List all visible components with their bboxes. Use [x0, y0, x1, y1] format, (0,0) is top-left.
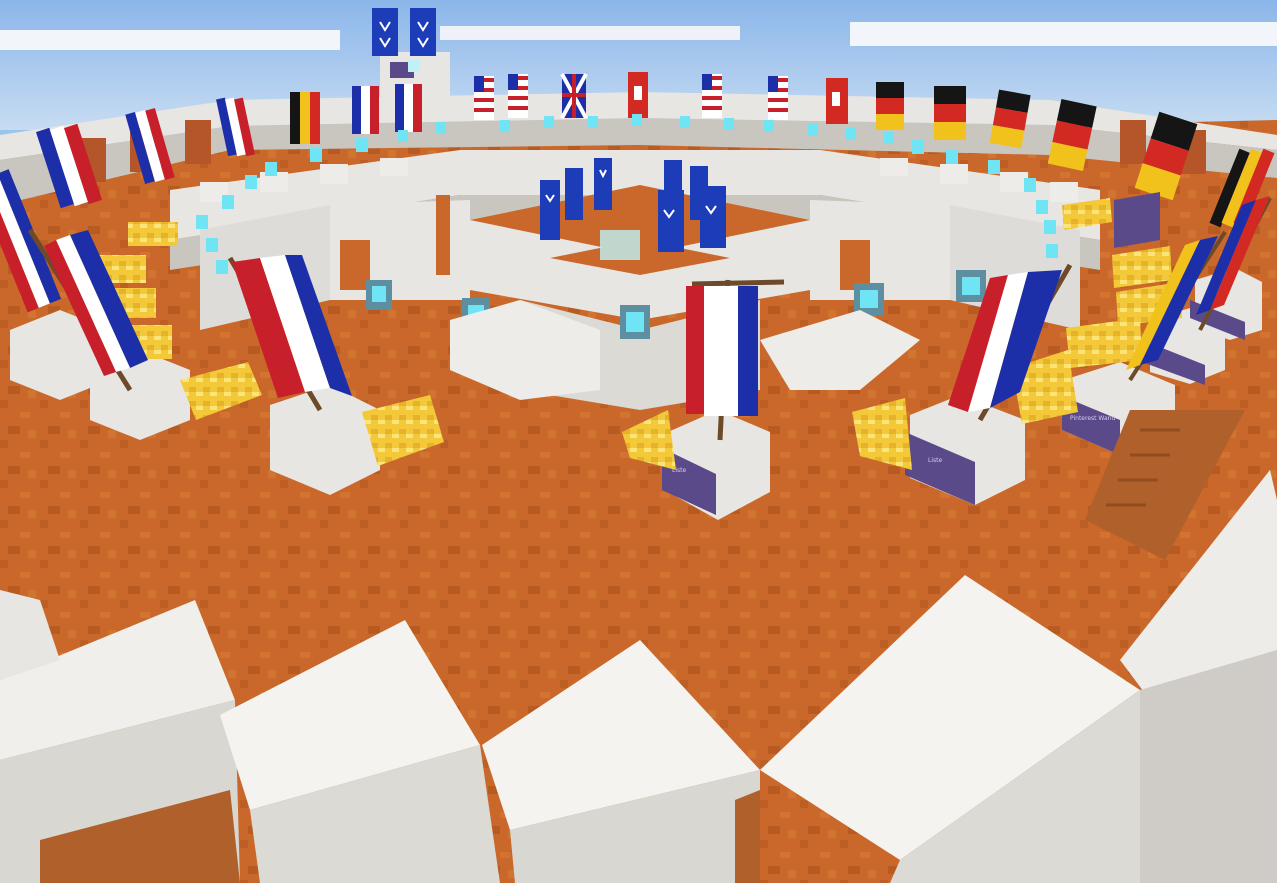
lantern-icon — [1044, 220, 1056, 234]
lantern-icon — [436, 122, 446, 134]
lantern-icon — [764, 120, 774, 132]
svg-text:Pinterest Wand: Pinterest Wand — [1070, 415, 1115, 422]
lantern-icon — [544, 116, 554, 128]
banner-flag-icon — [934, 86, 966, 140]
banner-flag-icon — [686, 286, 758, 416]
banner-flag-icon — [560, 73, 588, 119]
banner-flag-icon — [352, 86, 379, 134]
banner-flag-icon — [768, 76, 788, 120]
banner-flag-icon — [508, 74, 528, 118]
cloud — [0, 30, 340, 50]
lantern-icon — [356, 138, 368, 152]
banner-flag-icon — [702, 74, 722, 118]
lantern-icon — [222, 195, 234, 209]
lantern-icon — [398, 130, 408, 142]
banner-flag-icon — [290, 92, 320, 144]
banner-flag-icon — [876, 82, 904, 130]
lantern-icon — [1036, 200, 1048, 214]
lantern-icon — [588, 116, 598, 128]
lantern-icon — [245, 175, 257, 189]
lantern-icon — [724, 118, 734, 130]
gold-block-icon — [128, 222, 178, 246]
lantern-icon — [1024, 178, 1036, 192]
cloud — [850, 22, 1277, 46]
banner-flag-icon — [395, 84, 422, 132]
lantern-icon — [884, 132, 894, 144]
lantern-icon — [372, 286, 386, 302]
lantern-icon — [912, 140, 924, 154]
lantern-icon — [216, 260, 228, 274]
lantern-icon — [962, 277, 980, 295]
minecraft-arena-scene: Liste Liste Pinterest Wand — [0, 0, 1277, 883]
lantern-icon — [500, 120, 510, 132]
svg-text:Liste: Liste — [928, 457, 942, 464]
lantern-icon — [626, 312, 644, 332]
lantern-icon — [680, 116, 690, 128]
lantern-icon — [946, 150, 958, 164]
banner-flag-icon — [474, 76, 494, 120]
lantern-icon — [1046, 244, 1058, 258]
lantern-icon — [310, 148, 322, 162]
lantern-icon — [265, 162, 277, 176]
cloud — [440, 26, 740, 40]
banner-flag-icon — [826, 78, 848, 124]
lantern-icon — [196, 215, 208, 229]
lantern-icon — [988, 160, 1000, 174]
lantern-icon — [846, 128, 856, 140]
lantern-icon — [206, 238, 218, 252]
lantern-icon — [632, 114, 642, 126]
banner-flag-icon — [628, 72, 648, 118]
lantern-icon — [808, 124, 818, 136]
lantern-icon — [860, 290, 878, 308]
